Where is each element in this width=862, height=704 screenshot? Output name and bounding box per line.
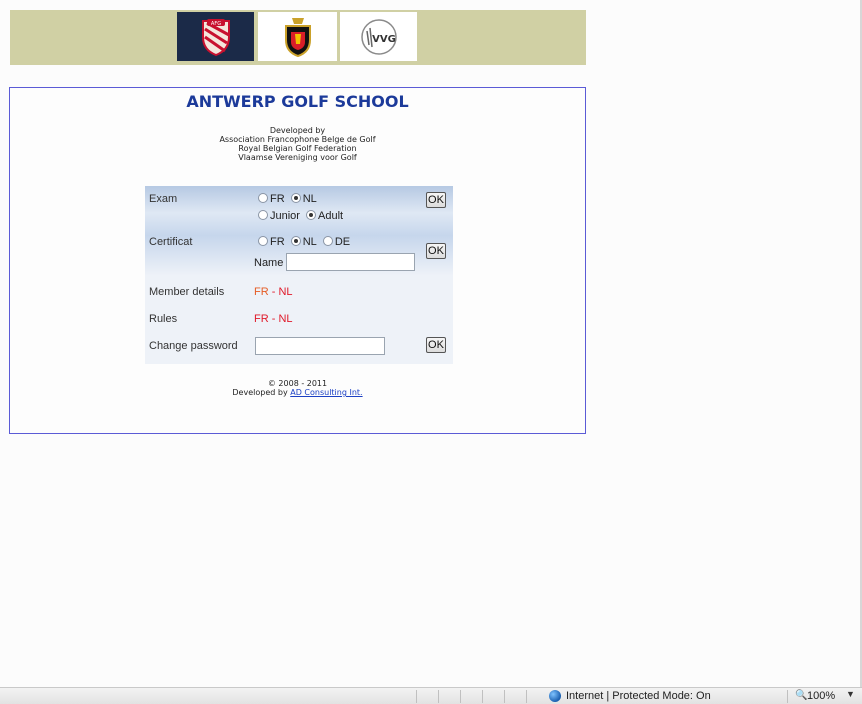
certificat-radio-de[interactable]: [322, 236, 333, 246]
rules-links: FR - NL: [254, 313, 293, 325]
certificat-ok-button[interactable]: OK: [426, 243, 446, 259]
name-label: Name: [254, 257, 284, 269]
rules-fr-link[interactable]: FR: [254, 313, 269, 325]
afg-logo-text: AFG: [210, 21, 220, 27]
exam-radio-adult-label: Adult: [318, 210, 344, 222]
afg-shield-icon: AFG: [201, 18, 230, 56]
exam-radio-junior-label: Junior: [270, 210, 300, 222]
exam-radio-adult[interactable]: [306, 210, 317, 220]
exam-language-group: FR NL: [258, 193, 320, 205]
change-password-label: Change password: [149, 340, 238, 352]
options-form: Exam FR NL Junior Adult OK Certificat FR…: [145, 186, 453, 364]
zoom-icon[interactable]: 🔍: [795, 690, 807, 701]
exam-radio-nl[interactable]: [290, 193, 301, 203]
footer: © 2008 - 2011 Developed by AD Consulting…: [10, 379, 585, 397]
exam-radio-fr-label: FR: [270, 193, 285, 205]
header-banner: AFG VVG: [10, 10, 586, 65]
status-divider: [787, 690, 788, 703]
rules-separator: -: [268, 313, 279, 325]
developer-afbg: Association Francophone Belge de Golf: [219, 135, 376, 144]
status-divider: [482, 690, 483, 703]
developer-rbgf: Royal Belgian Golf Federation: [238, 144, 357, 153]
status-divider: [416, 690, 417, 703]
internet-globe-icon: [549, 690, 561, 702]
developer-vvg: Vlaamse Vereniging voor Golf: [238, 153, 357, 162]
exam-radio-fr[interactable]: [258, 193, 268, 203]
chevron-down-icon[interactable]: ▼: [846, 689, 855, 699]
exam-label: Exam: [149, 193, 178, 205]
exam-radio-nl-label: NL: [302, 193, 317, 205]
status-divider: [438, 690, 439, 703]
certificat-radio-nl[interactable]: [290, 236, 301, 246]
status-divider: [460, 690, 461, 703]
change-password-ok-button[interactable]: OK: [426, 337, 446, 353]
exam-ok-button[interactable]: OK: [426, 192, 446, 208]
member-details-nl-link[interactable]: NL: [278, 286, 292, 298]
member-details-label: Member details: [149, 286, 225, 298]
exam-level-group: Junior Adult: [258, 210, 346, 222]
browser-status-bar: Internet | Protected Mode: On 🔍 100% ▼: [0, 687, 862, 704]
rbgf-logo[interactable]: [258, 12, 337, 61]
developer-link[interactable]: AD Consulting Int.: [290, 388, 362, 397]
vvg-golfer-icon: VVG: [360, 18, 397, 55]
copyright-text: © 2008 - 2011: [267, 379, 328, 388]
crest-icon: [284, 17, 311, 57]
certificat-name-input[interactable]: [286, 253, 415, 271]
certificat-radio-nl-label: NL: [302, 236, 317, 248]
exam-radio-junior[interactable]: [258, 210, 268, 220]
member-details-separator: -: [268, 286, 279, 298]
vvg-logo[interactable]: VVG: [340, 12, 417, 61]
main-panel: ANTWERP GOLF SCHOOL Developed by Associa…: [9, 87, 586, 434]
change-password-input[interactable]: [255, 337, 385, 355]
developed-by-block: Developed by Association Francophone Bel…: [10, 126, 585, 162]
certificat-radio-fr[interactable]: [258, 236, 268, 246]
security-zone-text[interactable]: Internet | Protected Mode: On: [566, 690, 711, 702]
developed-by-line: Developed by: [269, 126, 326, 135]
page-title: ANTWERP GOLF SCHOOL: [186, 92, 409, 111]
member-details-links: FR - NL: [254, 286, 293, 298]
certificat-radio-fr-label: FR: [270, 236, 285, 248]
vvg-logo-text: VVG: [372, 34, 396, 45]
rules-nl-link[interactable]: NL: [278, 313, 292, 325]
status-divider: [504, 690, 505, 703]
certificat-radio-de-label: DE: [334, 236, 351, 248]
member-details-fr-link[interactable]: FR: [254, 286, 269, 298]
afg-logo[interactable]: AFG: [177, 12, 254, 61]
certificat-language-group: FR NL DE: [258, 236, 353, 248]
certificat-label: Certificat: [149, 236, 193, 248]
developer-credit: Developed by AD Consulting Int.: [10, 388, 585, 397]
status-divider: [526, 690, 527, 703]
developer-prefix: Developed by: [232, 388, 291, 397]
zoom-level[interactable]: 100%: [807, 690, 835, 702]
rules-label: Rules: [149, 313, 178, 325]
